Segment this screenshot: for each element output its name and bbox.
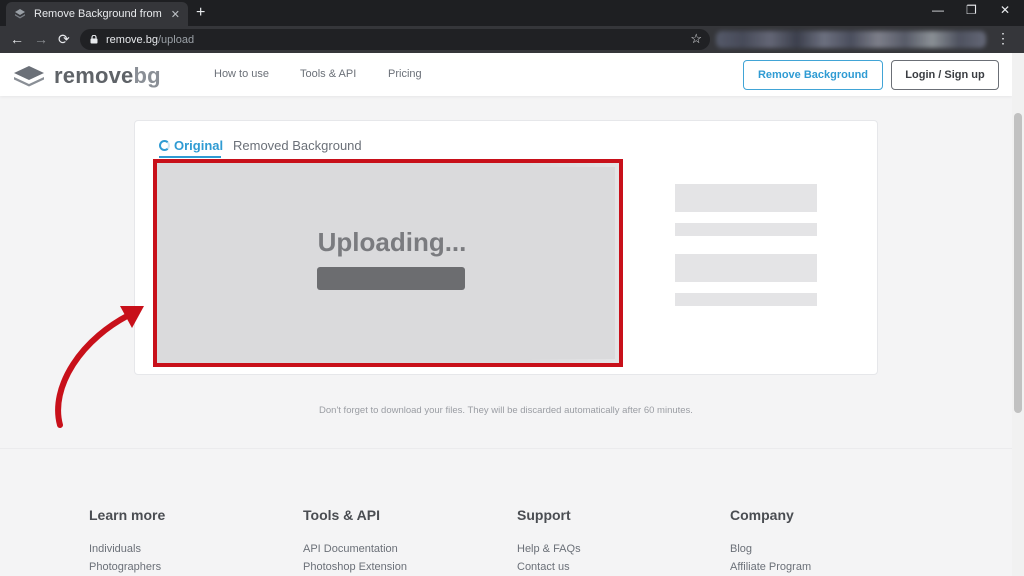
site-header: removebg How to use Tools & API Pricing … [0, 53, 1012, 96]
download-button-placeholder [675, 184, 817, 212]
footer-link-api-docs[interactable]: API Documentation [303, 543, 407, 555]
browser-toolbar: ← → ⟳ remove.bg/upload ☆ ⋮ [0, 26, 1024, 53]
footer-heading: Support [517, 507, 571, 523]
footer-link-blog[interactable]: Blog [730, 543, 811, 555]
tab-removed-background[interactable]: Removed Background [233, 138, 362, 153]
window-close-icon[interactable]: ✕ [1000, 3, 1010, 17]
page-scrollbar[interactable] [1012, 53, 1024, 576]
tab-title: Remove Background from Image [34, 8, 165, 20]
reload-icon[interactable]: ⟳ [58, 30, 70, 48]
removebg-favicon-icon [15, 9, 25, 19]
nav-how-to-use[interactable]: How to use [214, 68, 269, 80]
remove-background-button[interactable]: Remove Background [743, 60, 883, 90]
loading-spinner-icon [159, 140, 170, 151]
layers-logo-icon [14, 66, 44, 87]
active-tab-indicator [159, 156, 221, 158]
restore-icon[interactable]: ❐ [966, 3, 977, 17]
footer-link-photographers[interactable]: Photographers [89, 561, 165, 573]
nav-tools-api[interactable]: Tools & API [300, 68, 356, 80]
bookmark-star-icon[interactable]: ☆ [690, 31, 702, 47]
new-tab-icon[interactable]: + [196, 4, 205, 22]
footer-link-photoshop[interactable]: Photoshop Extension [303, 561, 407, 573]
footer-column-learn-more: Learn more Individuals Photographers [89, 507, 165, 576]
tab-original-label: Original [174, 138, 224, 153]
upload-progress-bar [317, 267, 465, 290]
url-host: remove.bg [106, 33, 158, 46]
footer-heading: Company [730, 507, 794, 523]
browser-menu-icon[interactable]: ⋮ [996, 31, 1010, 45]
login-signup-button[interactable]: Login / Sign up [891, 60, 999, 90]
brand-name: removebg [54, 63, 161, 88]
minimize-icon[interactable]: — [932, 3, 944, 17]
uploading-status: Uploading... [317, 227, 467, 257]
forward-icon[interactable]: → [34, 30, 48, 48]
footer-column-support: Support Help & FAQs Contact us [517, 507, 581, 576]
footer-column-tools-api: Tools & API API Documentation Photoshop … [303, 507, 407, 576]
site-logo[interactable]: removebg [12, 63, 161, 89]
address-bar[interactable]: remove.bg/upload ☆ [80, 29, 710, 50]
image-placeholder: Uploading... [161, 167, 615, 359]
footer-column-company: Company Blog Affiliate Program [730, 507, 811, 576]
footer-link-individuals[interactable]: Individuals [89, 543, 165, 555]
url-path: /upload [157, 33, 195, 46]
tab-original[interactable]: Original [159, 138, 223, 153]
footer-heading: Learn more [89, 507, 166, 523]
footer-link-contact[interactable]: Contact us [517, 561, 581, 573]
back-icon[interactable]: ← [10, 30, 24, 48]
download-hd-button-placeholder [675, 254, 817, 282]
footer-heading: Tools & API [303, 507, 380, 523]
image-preview-highlighted: Uploading... [153, 159, 623, 367]
site-footer: Learn more Individuals Photographers Too… [0, 448, 1012, 576]
lock-icon [90, 35, 98, 44]
nav-pricing[interactable]: Pricing [388, 68, 422, 80]
page: removebg How to use Tools & API Pricing … [0, 53, 1012, 576]
browser-tabstrip: Remove Background from Image ✕ + — ❐ ✕ [0, 0, 1024, 26]
upload-card: Original Removed Background Uploading... [134, 120, 878, 375]
tab-close-icon[interactable]: ✕ [171, 8, 180, 21]
scrollbar-thumb[interactable] [1014, 113, 1022, 413]
footer-link-affiliate[interactable]: Affiliate Program [730, 561, 811, 573]
footer-link-help[interactable]: Help & FAQs [517, 543, 581, 555]
text-line-placeholder [675, 293, 817, 306]
browser-tab[interactable]: Remove Background from Image ✕ [6, 2, 188, 26]
retention-notice: Don't forget to download your files. The… [319, 405, 693, 416]
extensions-area [716, 31, 986, 48]
text-line-placeholder [675, 223, 817, 236]
